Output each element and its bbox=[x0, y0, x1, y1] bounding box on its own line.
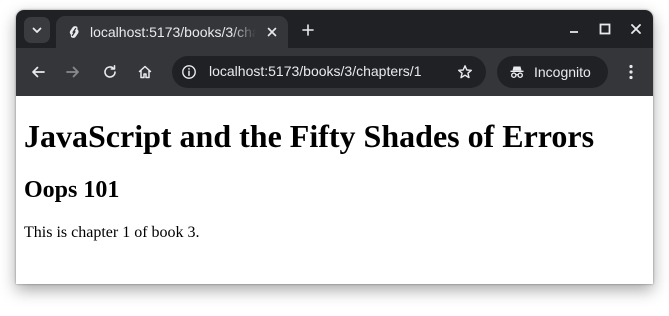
tab-title: localhost:5173/books/3/chapters/1 bbox=[90, 24, 256, 40]
browser-window: localhost:5173/books/3/chapters/1 bbox=[16, 10, 653, 284]
close-icon[interactable] bbox=[264, 24, 280, 40]
info-icon[interactable] bbox=[180, 63, 198, 81]
browser-toolbar: localhost:5173/books/3/chapters/1 Incogn… bbox=[16, 48, 653, 96]
tab-active[interactable]: localhost:5173/books/3/chapters/1 bbox=[56, 16, 288, 48]
home-icon bbox=[137, 64, 153, 80]
incognito-profile-button[interactable]: Incognito bbox=[497, 56, 608, 88]
svelte-icon bbox=[67, 25, 81, 39]
minimize-icon bbox=[568, 23, 580, 35]
maximize-button[interactable] bbox=[597, 21, 613, 37]
address-bar[interactable]: localhost:5173/books/3/chapters/1 bbox=[172, 56, 486, 88]
incognito-icon bbox=[508, 63, 526, 81]
home-button[interactable] bbox=[135, 62, 155, 82]
close-icon bbox=[630, 23, 642, 35]
window-close-button[interactable] bbox=[628, 21, 644, 37]
browser-menu-button[interactable] bbox=[621, 62, 641, 82]
kebab-menu-icon bbox=[629, 64, 633, 80]
arrow-left-icon bbox=[30, 64, 46, 80]
address-bar-url[interactable]: localhost:5173/books/3/chapters/1 bbox=[209, 63, 421, 79]
new-tab-button[interactable] bbox=[299, 21, 317, 39]
star-icon[interactable] bbox=[456, 63, 474, 81]
maximize-icon bbox=[599, 23, 611, 35]
incognito-label: Incognito bbox=[534, 64, 591, 80]
page-title: JavaScript and the Fifty Shades of Error… bbox=[24, 118, 595, 154]
reload-icon bbox=[102, 64, 118, 80]
minimize-button[interactable] bbox=[566, 21, 582, 37]
tab-search-button[interactable] bbox=[24, 17, 50, 43]
forward-button[interactable] bbox=[63, 62, 83, 82]
chapter-title: Oops 101 bbox=[24, 177, 120, 203]
plus-icon bbox=[302, 24, 314, 36]
back-button[interactable] bbox=[28, 62, 48, 82]
page-content: JavaScript and the Fifty Shades of Error… bbox=[16, 96, 653, 284]
chapter-body-text: This is chapter 1 of book 3. bbox=[24, 224, 200, 241]
chevron-down-icon bbox=[31, 24, 43, 36]
tab-strip: localhost:5173/books/3/chapters/1 bbox=[16, 10, 653, 48]
reload-button[interactable] bbox=[100, 62, 120, 82]
arrow-right-icon bbox=[65, 64, 81, 80]
